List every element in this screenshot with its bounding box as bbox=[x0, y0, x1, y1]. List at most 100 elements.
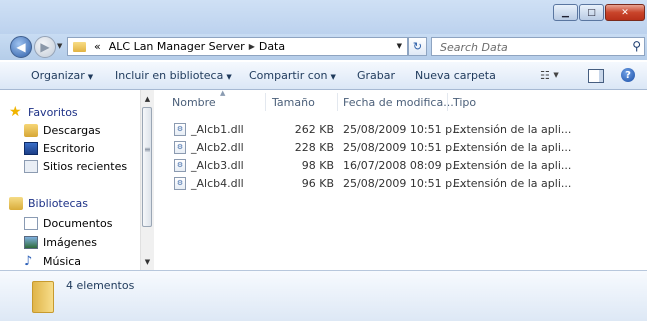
scroll-up-icon[interactable]: ▲ bbox=[141, 92, 154, 105]
nav-documents-label: Documentos bbox=[43, 216, 113, 230]
file-name: _Alcb1.dll bbox=[191, 123, 244, 136]
chevron-down-icon: ▼ bbox=[330, 73, 336, 81]
file-row[interactable]: ⚙ _Alcb1.dll 262 KB 25/08/2009 10:51 p..… bbox=[154, 121, 647, 139]
share-with-menu[interactable]: Compartir con ▼ bbox=[249, 69, 336, 82]
folder-icon bbox=[32, 281, 54, 313]
include-library-label: Incluir en biblioteca bbox=[115, 69, 224, 82]
nav-music[interactable]: ♪ Música bbox=[24, 252, 81, 270]
search-placeholder: Search Data bbox=[440, 41, 508, 54]
breadcrumb-separator-icon[interactable]: ▶ bbox=[249, 42, 255, 51]
file-type: Extensión de la apli... bbox=[453, 159, 572, 172]
libraries-icon bbox=[9, 196, 23, 210]
column-divider[interactable] bbox=[447, 93, 448, 111]
dll-file-icon: ⚙ bbox=[174, 159, 186, 172]
minimize-button[interactable]: ▁ bbox=[553, 4, 578, 21]
file-modified: 25/08/2009 10:51 p.... bbox=[343, 141, 467, 154]
address-dropdown-icon[interactable]: ▼ bbox=[397, 42, 402, 50]
scroll-grip-icon: ≡ bbox=[144, 145, 151, 154]
nav-libraries[interactable]: Bibliotecas bbox=[9, 194, 88, 212]
scrollbar-thumb[interactable] bbox=[142, 107, 152, 227]
chevron-down-icon: ▼ bbox=[226, 73, 232, 81]
pictures-icon bbox=[24, 235, 38, 249]
close-button[interactable]: ✕ bbox=[605, 4, 645, 21]
file-name: _Alcb3.dll bbox=[191, 159, 244, 172]
desktop-icon bbox=[24, 141, 38, 155]
navigation-pane: ★ Favoritos Descargas Escritorio Sitios r… bbox=[0, 90, 153, 270]
column-header-type[interactable]: Tipo bbox=[453, 90, 476, 114]
arrow-right-icon: ▶ bbox=[40, 40, 50, 54]
music-note-icon: ♪ bbox=[24, 253, 33, 269]
sort-ascending-icon: ▲ bbox=[220, 89, 226, 97]
column-header-name[interactable]: Nombre bbox=[172, 90, 216, 114]
file-list: ▲ Nombre Tamaño Fecha de modifica... Tip… bbox=[154, 89, 647, 270]
include-library-menu[interactable]: Incluir en biblioteca ▼ bbox=[115, 69, 232, 82]
folder-icon bbox=[73, 41, 86, 52]
address-row: ◀ ▶ ▼ « ALC Lan Manager Server ▶ Data ▼ … bbox=[0, 34, 647, 60]
dll-file-icon: ⚙ bbox=[174, 177, 186, 190]
column-divider[interactable] bbox=[337, 93, 338, 111]
nav-images[interactable]: Imágenes bbox=[24, 233, 97, 251]
arrow-left-icon: ◀ bbox=[16, 40, 26, 54]
window-controls: ▁ □ ✕ bbox=[552, 4, 645, 22]
nav-favorites[interactable]: ★ Favoritos bbox=[9, 103, 78, 121]
file-type: Extensión de la apli... bbox=[453, 177, 572, 190]
search-icon[interactable]: ⚲ bbox=[632, 39, 641, 53]
share-with-label: Compartir con bbox=[249, 69, 328, 82]
navigation-scrollbar[interactable]: ▲ ≡ ▼ bbox=[140, 90, 154, 270]
nav-images-label: Imágenes bbox=[43, 235, 97, 249]
column-header-size[interactable]: Tamaño bbox=[272, 90, 315, 114]
item-count: 4 elementos bbox=[66, 279, 135, 292]
organize-label: Organizar bbox=[31, 69, 85, 82]
dll-file-icon: ⚙ bbox=[174, 123, 186, 136]
file-name: _Alcb2.dll bbox=[191, 141, 244, 154]
file-type: Extensión de la apli... bbox=[453, 141, 572, 154]
nav-downloads-label: Descargas bbox=[43, 123, 101, 137]
burn-button[interactable]: Grabar bbox=[357, 69, 395, 82]
file-row[interactable]: ⚙ _Alcb4.dll 96 KB 25/08/2009 10:51 p...… bbox=[154, 175, 647, 193]
nav-recent-label: Sitios recientes bbox=[43, 159, 128, 173]
refresh-button[interactable]: ↻ bbox=[408, 37, 427, 56]
column-divider[interactable] bbox=[265, 93, 266, 111]
nav-desktop-label: Escritorio bbox=[43, 141, 95, 155]
breadcrumb-data[interactable]: Data bbox=[259, 40, 285, 53]
nav-recent[interactable]: Sitios recientes bbox=[24, 157, 127, 175]
new-folder-button[interactable]: Nueva carpeta bbox=[415, 69, 496, 82]
chevron-down-icon: ▼ bbox=[87, 73, 94, 81]
nav-libraries-label: Bibliotecas bbox=[28, 196, 89, 210]
details-pane: 4 elementos bbox=[0, 270, 647, 321]
star-icon: ★ bbox=[9, 103, 22, 120]
nav-documents[interactable]: Documentos bbox=[24, 214, 112, 232]
forward-button[interactable]: ▶ bbox=[34, 36, 56, 58]
recent-pages-dropdown[interactable]: ▼ bbox=[57, 42, 62, 50]
view-options-icon[interactable]: ☷ ▼ bbox=[540, 67, 559, 83]
scroll-down-icon[interactable]: ▼ bbox=[141, 255, 154, 268]
breadcrumb-alc-lan-manager-server[interactable]: ALC Lan Manager Server bbox=[109, 40, 245, 53]
file-type: Extensión de la apli... bbox=[453, 123, 572, 136]
organize-menu[interactable]: Organizar ▼ bbox=[31, 69, 93, 82]
file-size: 228 KB bbox=[294, 141, 334, 154]
refresh-icon: ↻ bbox=[412, 40, 423, 53]
downloads-folder-icon bbox=[24, 123, 38, 137]
help-icon[interactable]: ? bbox=[621, 68, 635, 82]
chevron-down-icon: ▼ bbox=[553, 71, 559, 79]
search-input[interactable]: Search Data ⚲ bbox=[431, 37, 645, 56]
breadcrumb-overflow[interactable]: « bbox=[94, 40, 101, 53]
nav-downloads[interactable]: Descargas bbox=[24, 121, 101, 139]
nav-desktop[interactable]: Escritorio bbox=[24, 139, 95, 157]
command-bar: Organizar ▼ Incluir en biblioteca ▼ Compar… bbox=[0, 62, 647, 90]
maximize-button[interactable]: □ bbox=[579, 4, 604, 21]
file-modified: 25/08/2009 10:51 p.... bbox=[343, 123, 467, 136]
preview-pane-icon[interactable] bbox=[588, 69, 604, 83]
address-bar[interactable]: « ALC Lan Manager Server ▶ Data ▼ bbox=[67, 37, 408, 56]
documents-icon bbox=[24, 216, 38, 230]
file-size: 96 KB bbox=[301, 177, 334, 190]
file-row[interactable]: ⚙ _Alcb2.dll 228 KB 25/08/2009 10:51 p..… bbox=[154, 139, 647, 157]
nav-music-label: Música bbox=[43, 254, 82, 268]
file-modified: 25/08/2009 10:51 p.... bbox=[343, 177, 467, 190]
file-size: 262 KB bbox=[294, 123, 334, 136]
title-bar: ▁ □ ✕ bbox=[0, 0, 647, 34]
back-button[interactable]: ◀ bbox=[10, 36, 32, 58]
file-modified: 16/07/2008 08:09 p.... bbox=[343, 159, 467, 172]
column-header-modified[interactable]: Fecha de modifica... bbox=[343, 90, 454, 114]
file-row[interactable]: ⚙ _Alcb3.dll 98 KB 16/07/2008 08:09 p...… bbox=[154, 157, 647, 175]
